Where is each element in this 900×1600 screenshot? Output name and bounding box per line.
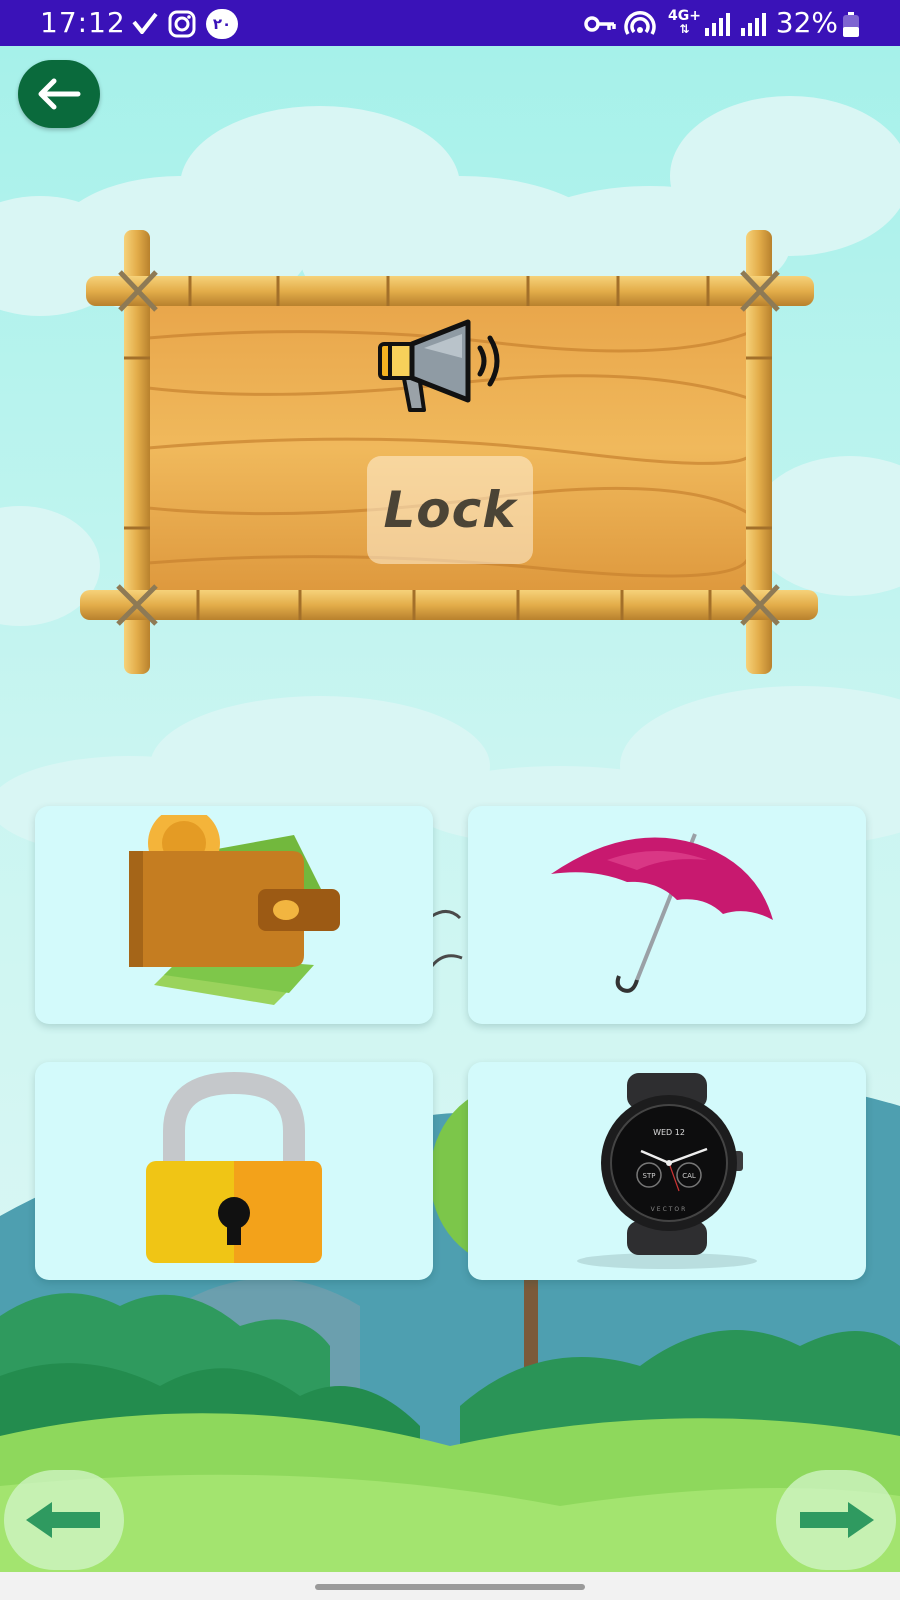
watch-right-dial: CAL (682, 1172, 696, 1180)
status-time: 17:12 (40, 6, 126, 39)
hotspot-icon (624, 10, 656, 38)
signal-icon (704, 12, 730, 36)
previous-button[interactable] (4, 1470, 124, 1570)
option-card-umbrella[interactable] (468, 806, 866, 1024)
instagram-icon (168, 10, 196, 38)
battery-icon (842, 12, 860, 38)
4g-icon: 4G+ ⇅ (668, 9, 701, 36)
watch-brand: VECTOR (651, 1206, 688, 1213)
padlock-icon (146, 1071, 322, 1263)
status-bar: 17:12 ۲۰ 4G+ ⇅ 32% (0, 0, 900, 46)
next-button[interactable] (776, 1470, 896, 1570)
home-indicator[interactable] (315, 1584, 585, 1590)
wristwatch-icon: WED 12 STP CAL VECTOR (577, 1073, 757, 1269)
target-word: Lock (383, 481, 517, 539)
notification-badge-text: ۲۰ (212, 15, 232, 33)
key-icon (584, 14, 616, 34)
wallet-icon (129, 815, 340, 1005)
watch-left-dial: STP (643, 1172, 656, 1180)
arrow-left-icon (38, 78, 81, 110)
signal-icon (740, 12, 766, 36)
vpn-check-icon (132, 12, 158, 34)
wooden-board (80, 230, 818, 674)
megaphone-icon (378, 319, 500, 412)
option-card-lock[interactable] (35, 1062, 433, 1280)
option-card-wallet[interactable] (35, 806, 433, 1024)
back-button[interactable] (18, 60, 100, 128)
speaker-button[interactable] (372, 318, 516, 422)
option-card-watch[interactable]: WED 12 STP CAL VECTOR (468, 1062, 866, 1280)
notification-badge-icon: ۲۰ (206, 9, 238, 39)
battery-percent: 32% (775, 6, 838, 39)
arrow-left-icon (26, 1502, 100, 1538)
word-label-box: Lock (367, 456, 533, 564)
arrow-right-icon (800, 1502, 874, 1538)
umbrella-icon (551, 833, 773, 993)
data-arrows: ⇅ (679, 22, 690, 36)
watch-date: WED 12 (653, 1128, 685, 1137)
